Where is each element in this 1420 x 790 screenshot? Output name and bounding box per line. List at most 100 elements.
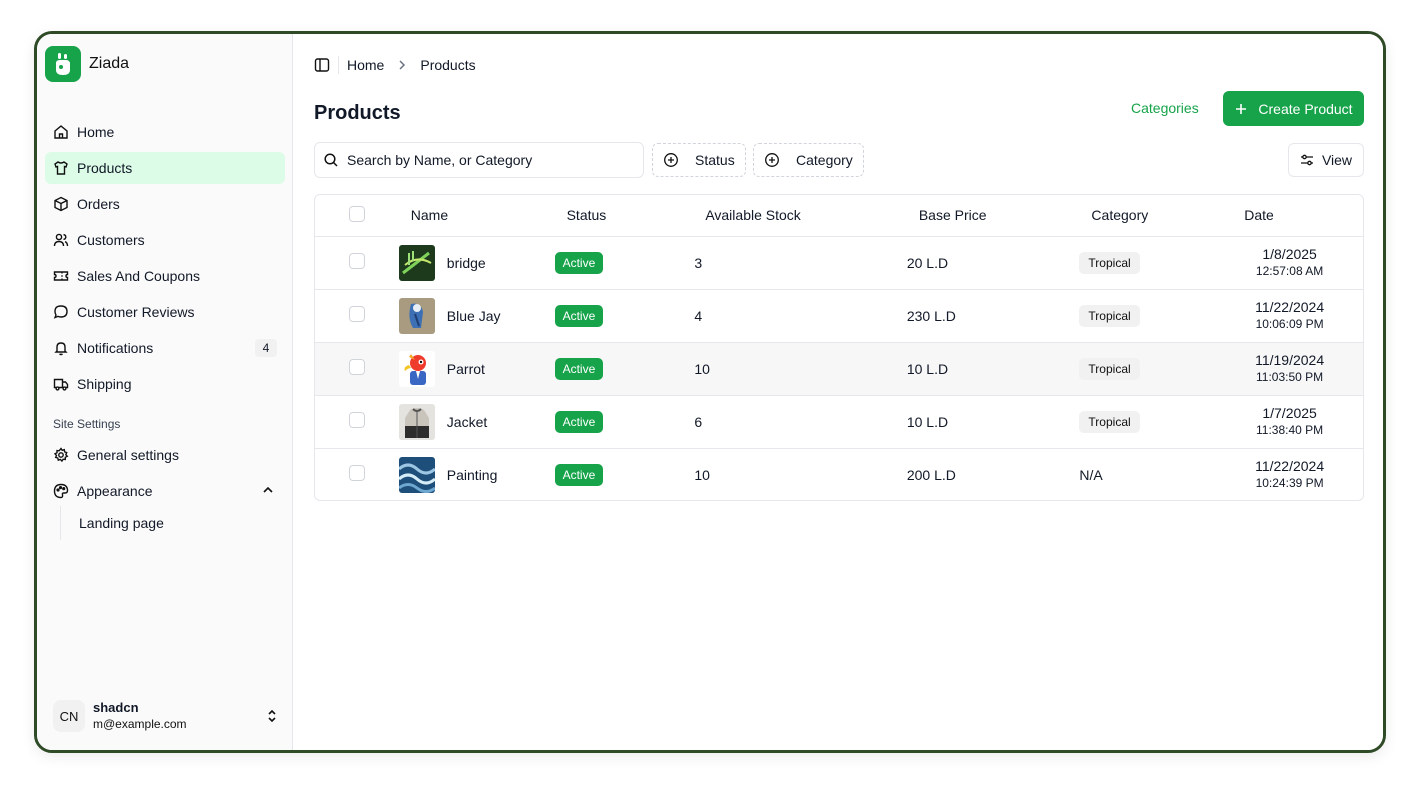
plus-circle-icon	[663, 152, 679, 168]
palette-icon	[53, 483, 69, 499]
category-badge: Tropical	[1079, 251, 1140, 274]
sidebar-item-label: Customer Reviews	[77, 304, 195, 320]
price-cell: 230 L.D	[906, 307, 956, 324]
status-badge: Active	[554, 251, 604, 274]
category-badge: Tropical	[1079, 357, 1140, 380]
create-product-button[interactable]: Create Product	[1223, 91, 1364, 126]
table-row[interactable]: Jacket Active 6 10 L.D Tropical 1/7/2025…	[315, 395, 1363, 448]
sidebar-item-customers[interactable]: Customers	[45, 224, 285, 256]
sidebar-item-shipping[interactable]: Shipping	[45, 368, 285, 400]
sidebar-item-sales[interactable]: Sales And Coupons	[45, 260, 285, 292]
breadcrumb-home[interactable]: Home	[347, 57, 384, 73]
truck-icon	[53, 376, 69, 392]
view-options-button[interactable]: View	[1288, 143, 1364, 177]
time-text: 10:06:09 PM	[1255, 316, 1324, 331]
column-header-stock[interactable]: Available Stock	[694, 195, 907, 237]
sidebar-item-home[interactable]: Home	[45, 116, 285, 148]
stock-cell: 3	[694, 254, 703, 271]
row-checkbox[interactable]	[348, 359, 365, 375]
page-title: Products	[314, 102, 401, 124]
stock-cell: 10	[694, 360, 710, 377]
stock-cell: 6	[694, 413, 703, 430]
category-badge: Tropical	[1079, 304, 1140, 327]
table-row[interactable]: Painting Active 10 200 L.D N/A 11/22/202…	[315, 448, 1363, 500]
sidebar-item-orders[interactable]: Orders	[45, 188, 285, 220]
sidebar-item-label: Shipping	[77, 376, 132, 392]
sidebar-item-label: Customers	[77, 232, 145, 248]
user-menu[interactable]: CN shadcn m@example.com	[53, 696, 279, 736]
chevrons-up-down-icon	[265, 708, 279, 729]
sidebar-item-label: Home	[77, 124, 115, 140]
time-text: 12:57:08 AM	[1255, 263, 1324, 278]
breadcrumb-products: Products	[420, 57, 476, 73]
divider	[338, 56, 339, 74]
site-settings-label: Site Settings	[53, 417, 121, 431]
time-text: 10:24:39 PM	[1255, 475, 1324, 490]
search-input[interactable]	[347, 152, 627, 168]
status-badge: Active	[554, 410, 604, 433]
product-name: Jacket	[446, 413, 488, 430]
stock-cell: 4	[694, 307, 703, 324]
main-content: Home Products Products Categories Create…	[294, 34, 1383, 750]
row-checkbox[interactable]	[348, 306, 365, 322]
appearance-subnav: Landing page	[60, 506, 260, 540]
sidebar-subitem-landing-page[interactable]: Landing page	[79, 515, 164, 531]
column-header-status[interactable]: Status	[554, 195, 695, 237]
row-checkbox[interactable]	[348, 412, 365, 428]
date-text: 11/19/2024	[1255, 351, 1325, 368]
plus-circle-icon	[764, 152, 780, 168]
app-window: Ziada Home Products Orders Customers Sal…	[34, 31, 1386, 753]
sidebar-item-general-settings[interactable]: General settings	[45, 439, 285, 471]
shirt-icon	[53, 160, 69, 176]
avatar: CN	[53, 700, 85, 732]
users-icon	[53, 232, 69, 248]
main-nav: Home Products Orders Customers Sales And…	[45, 116, 285, 404]
product-thumbnail	[398, 297, 435, 334]
brand[interactable]: Ziada	[45, 46, 129, 82]
date-text: 1/8/2025	[1262, 245, 1317, 262]
notifications-count-badge: 4	[255, 339, 277, 357]
brand-name: Ziada	[89, 55, 130, 72]
product-name: Parrot	[446, 360, 485, 377]
column-header-date[interactable]: Date	[1216, 195, 1363, 237]
column-header-price[interactable]: Base Price	[906, 195, 1080, 237]
sidebar-item-appearance[interactable]: Appearance	[45, 475, 285, 507]
column-header-name[interactable]: Name	[398, 195, 555, 237]
category-filter-button[interactable]: Category	[753, 143, 864, 177]
gear-icon	[53, 447, 69, 463]
user-info: shadcn m@example.com	[93, 700, 187, 732]
category-badge: Tropical	[1079, 410, 1140, 433]
home-icon	[53, 124, 69, 140]
table-row[interactable]: Parrot Active 10 10 L.D Tropical 11/19/2…	[315, 342, 1363, 395]
product-thumbnail	[398, 244, 435, 281]
user-email: m@example.com	[93, 717, 187, 731]
table-row[interactable]: bridge Active 3 20 L.D Tropical 1/8/2025…	[315, 236, 1363, 289]
date-text: 11/22/2024	[1255, 298, 1325, 315]
chevron-up-icon[interactable]	[261, 483, 275, 500]
price-cell: 10 L.D	[906, 413, 949, 430]
row-checkbox[interactable]	[348, 465, 365, 482]
status-filter-label: Status	[695, 152, 735, 168]
settings-nav: General settings Appearance	[45, 439, 285, 511]
categories-button[interactable]: Categories	[1131, 100, 1199, 116]
sidebar-item-products[interactable]: Products	[45, 152, 285, 184]
status-filter-button[interactable]: Status	[652, 143, 746, 177]
products-table: Name Status Available Stock Base Price C…	[314, 194, 1364, 501]
table-row[interactable]: Blue Jay Active 4 230 L.D Tropical 11/22…	[315, 289, 1363, 342]
sidebar-item-label: Products	[77, 160, 133, 176]
status-badge: Active	[554, 357, 604, 380]
price-cell: 10 L.D	[906, 360, 949, 377]
sidebar-item-notifications[interactable]: Notifications 4	[45, 332, 285, 364]
price-cell: 20 L.D	[906, 254, 949, 271]
sidebar-item-label: Orders	[77, 196, 120, 212]
select-all-checkbox[interactable]	[348, 205, 365, 222]
package-icon	[53, 196, 69, 212]
sidebar-item-reviews[interactable]: Customer Reviews	[45, 296, 285, 328]
row-checkbox[interactable]	[348, 253, 365, 269]
product-name: bridge	[446, 254, 486, 271]
column-header-category[interactable]: Category	[1079, 195, 1217, 237]
date-text: 11/22/2024	[1255, 457, 1325, 474]
chevron-right-icon	[396, 59, 408, 71]
price-cell: 200 L.D	[906, 466, 956, 483]
sidebar-toggle-icon[interactable]	[314, 57, 330, 73]
